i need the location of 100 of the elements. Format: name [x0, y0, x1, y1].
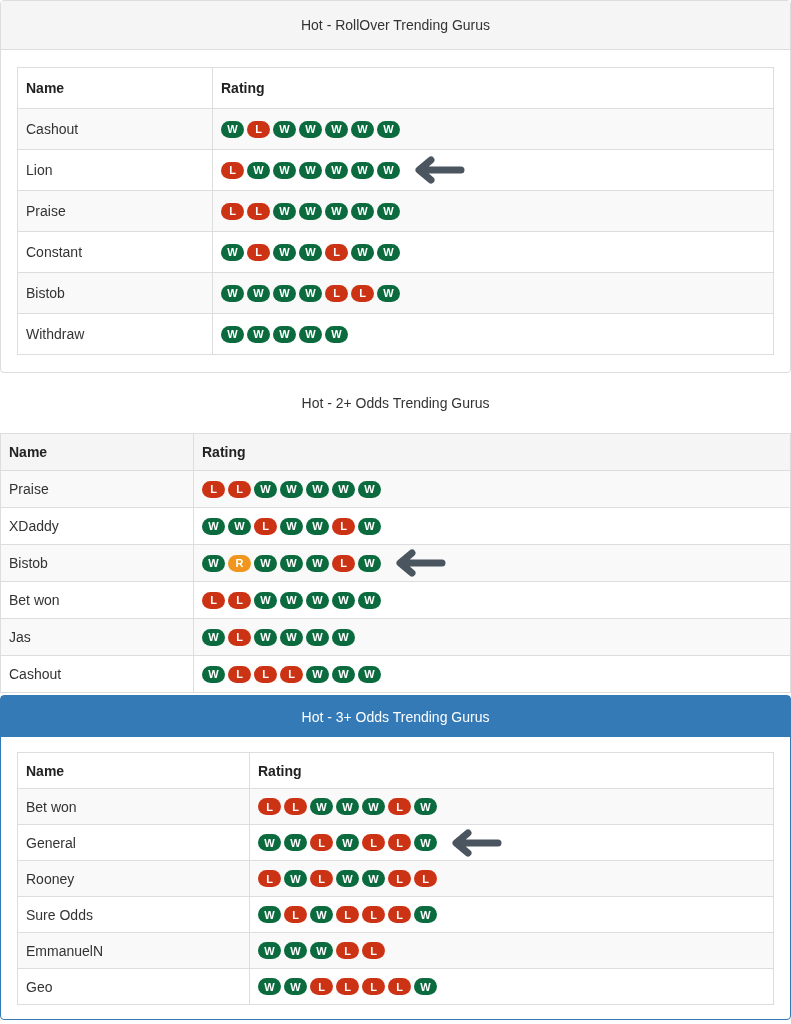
column-header: Rating — [212, 67, 774, 109]
result-badge: W — [273, 325, 296, 343]
result-badge: W — [202, 628, 225, 646]
result-badge: W — [280, 628, 303, 646]
result-badge: L — [362, 942, 385, 959]
name-cell: Withdraw — [17, 313, 213, 355]
result-badge: L — [258, 798, 281, 815]
result-badge: W — [351, 161, 374, 179]
result-badge: W — [336, 870, 359, 887]
result-badge: W — [377, 284, 400, 302]
result-badge: W — [306, 628, 329, 646]
result-badge: L — [310, 870, 333, 887]
result-badge: L — [332, 554, 355, 572]
result-badge: W — [362, 798, 385, 815]
result-badge: L — [280, 665, 303, 683]
panel-title: Hot - 2+ Odds Trending Gurus — [301, 395, 490, 411]
result-badge: W — [299, 202, 322, 220]
result-badge: L — [202, 480, 225, 498]
result-badge: W — [221, 120, 244, 138]
result-badge: L — [310, 978, 333, 995]
name-cell: Bet won — [0, 581, 194, 619]
result-badge: W — [202, 517, 225, 535]
result-badge: W — [306, 480, 329, 498]
column-header: Rating — [193, 433, 791, 471]
result-badge: W — [247, 161, 270, 179]
result-badge: W — [358, 554, 381, 572]
result-badge: L — [221, 161, 244, 179]
result-badge: L — [388, 906, 411, 923]
result-badge: W — [332, 591, 355, 609]
result-badge: L — [325, 243, 348, 261]
result-badge: L — [284, 798, 307, 815]
result-badge: W — [358, 665, 381, 683]
result-badge: W — [299, 284, 322, 302]
result-badge: W — [221, 243, 244, 261]
result-badge: W — [325, 202, 348, 220]
result-badge: W — [280, 591, 303, 609]
result-badge: W — [273, 284, 296, 302]
result-badge: W — [202, 554, 225, 572]
result-badge: W — [377, 202, 400, 220]
result-badge: W — [414, 978, 437, 995]
name-cell: Geo — [17, 968, 250, 1005]
result-badge: L — [254, 665, 277, 683]
result-badge: W — [284, 942, 307, 959]
result-badge: W — [414, 798, 437, 815]
result-badge: W — [202, 665, 225, 683]
result-badge: W — [254, 628, 277, 646]
name-cell: EmmanuelN — [17, 932, 250, 969]
result-badge: W — [332, 628, 355, 646]
column-header: Name — [0, 433, 194, 471]
name-cell: Cashout — [17, 108, 213, 150]
result-badge: W — [273, 202, 296, 220]
result-badge: W — [358, 480, 381, 498]
result-badge: W — [358, 517, 381, 535]
name-cell: Bet won — [17, 788, 250, 825]
result-badge: W — [299, 325, 322, 343]
name-cell: Constant — [17, 231, 213, 273]
result-badge: W — [351, 243, 374, 261]
result-badge: W — [310, 798, 333, 815]
name-cell: XDaddy — [0, 507, 194, 545]
result-badge: L — [362, 834, 385, 851]
result-badge: W — [362, 870, 385, 887]
result-badge: W — [310, 906, 333, 923]
result-badge: L — [247, 120, 270, 138]
result-badge: W — [258, 978, 281, 995]
name-cell: Lion — [17, 149, 213, 191]
column-header: Name — [17, 752, 250, 789]
result-badge: W — [247, 284, 270, 302]
result-badge: W — [299, 120, 322, 138]
result-badge: L — [228, 628, 251, 646]
name-cell: Bistob — [17, 272, 213, 314]
result-badge: W — [414, 906, 437, 923]
name-cell: Sure Odds — [17, 896, 250, 933]
result-badge: W — [228, 517, 251, 535]
result-badge: W — [351, 120, 374, 138]
name-cell: Jas — [0, 618, 194, 656]
result-badge: L — [336, 978, 359, 995]
result-badge: W — [332, 480, 355, 498]
result-badge: W — [258, 906, 281, 923]
result-badge: W — [284, 834, 307, 851]
column-header: Name — [17, 67, 213, 109]
result-badge: W — [325, 120, 348, 138]
result-badge: W — [280, 480, 303, 498]
result-badge: W — [273, 161, 296, 179]
result-badge: L — [325, 284, 348, 302]
name-cell: Bistob — [0, 544, 194, 582]
result-badge: L — [310, 834, 333, 851]
result-badge: L — [258, 870, 281, 887]
result-badge: L — [362, 978, 385, 995]
result-badge: L — [228, 665, 251, 683]
result-badge: W — [273, 120, 296, 138]
result-badge: W — [280, 554, 303, 572]
result-badge: W — [325, 161, 348, 179]
result-badge: W — [273, 243, 296, 261]
panel-title: Hot - 3+ Odds Trending Gurus — [301, 708, 490, 725]
name-cell: Cashout — [0, 655, 194, 693]
result-badge: W — [414, 834, 437, 851]
result-badge: L — [247, 202, 270, 220]
result-badge: W — [336, 798, 359, 815]
result-badge: L — [228, 480, 251, 498]
result-badge: L — [254, 517, 277, 535]
